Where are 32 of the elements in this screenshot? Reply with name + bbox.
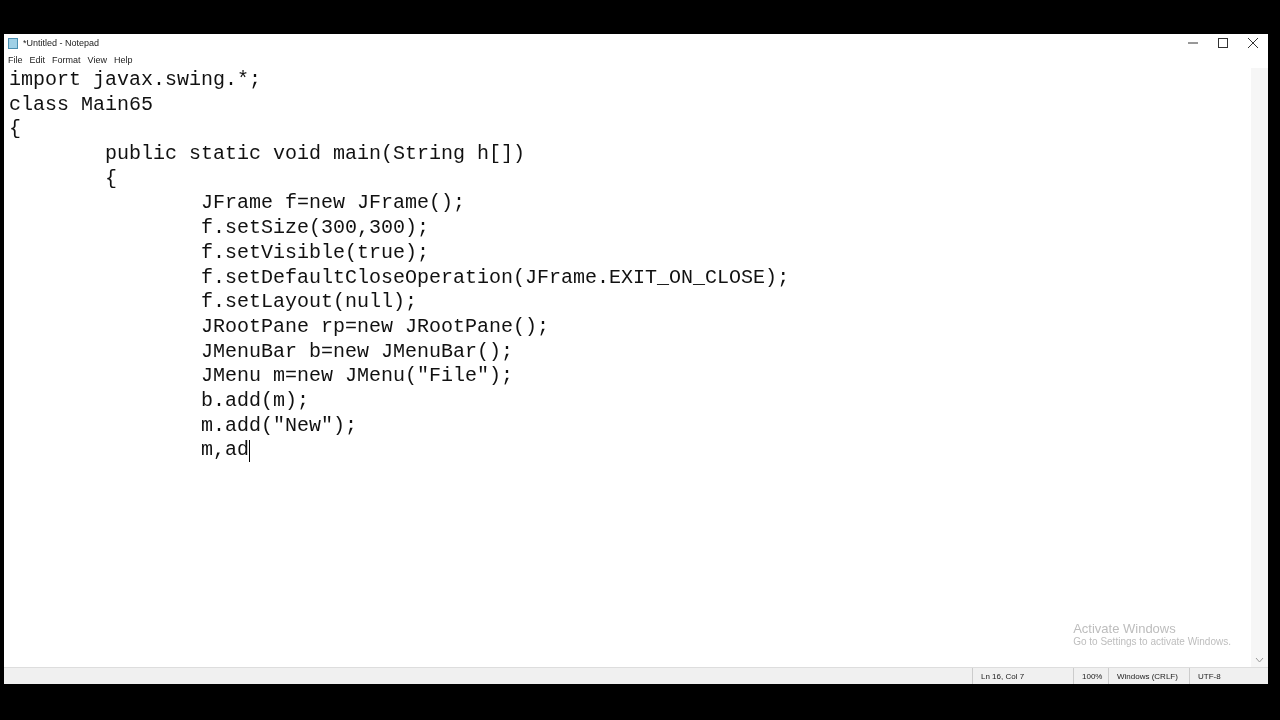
- menu-item[interactable]: Format: [50, 55, 86, 65]
- code-line: f.setSize(300,300);: [200, 216, 430, 241]
- code-line: JMenuBar b=new JMenuBar();: [200, 339, 514, 365]
- menu-item[interactable]: Help: [111, 55, 138, 65]
- menu-item[interactable]: View: [85, 55, 112, 65]
- status-item: UTF-8: [1189, 668, 1254, 684]
- text-caret: [249, 439, 251, 462]
- code-line: {: [104, 166, 118, 192]
- code-line: f.setLayout(null);: [200, 290, 418, 315]
- notepad-icon: [8, 37, 18, 49]
- code-line: f.setDefaultCloseOperation(JFrame.EXIT_ON_CLOSE);: [200, 265, 790, 291]
- code-line: JRootPane rp=new JRootPane();: [200, 314, 550, 340]
- code-line: m.add("New");: [200, 413, 358, 439]
- window-title: *Untitled - Notepad: [23, 38, 100, 48]
- menu-item[interactable]: File: [6, 55, 28, 65]
- code-line: JFrame f=new JFrame();: [200, 191, 466, 217]
- code-line: {: [9, 117, 21, 143]
- code-line: m,ad: [200, 438, 250, 463]
- code-line: f.setVisible(true);: [200, 240, 430, 266]
- status-item: Ln 16, Col 7: [972, 668, 1073, 684]
- menu-item[interactable]: Edit: [27, 55, 51, 65]
- status-item: 100%: [1073, 668, 1108, 684]
- code-line: import javax.swing.*;: [9, 68, 262, 93]
- code-line: JMenu m=new JMenu("File");: [200, 364, 514, 389]
- code-line: b.add(m);: [200, 388, 310, 414]
- close-icon: [1248, 38, 1258, 48]
- activation-title: Activate Windows: [1073, 621, 1177, 636]
- maximize-icon: [1218, 38, 1228, 48]
- activation-hint: Go to Settings to activate Windows.: [1073, 636, 1231, 647]
- status-item: Windows (CRLF): [1108, 668, 1189, 684]
- code-line: class Main65: [9, 92, 154, 118]
- code-line: public static void main(String h[]): [104, 142, 526, 167]
